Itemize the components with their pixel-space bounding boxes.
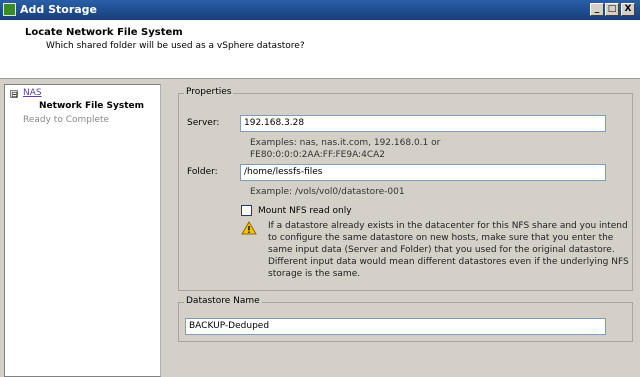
server-examples-line2: FE80:0:0:0:2AA:FF:FE9A:4CA2 xyxy=(250,150,385,160)
page-title: Locate Network File System xyxy=(25,27,183,38)
collapse-icon[interactable]: ⊟ xyxy=(10,90,18,99)
step-nas-link[interactable]: NAS xyxy=(23,88,42,98)
folder-example: Example: /vols/vol0/datastore-001 xyxy=(250,187,405,197)
datastore-name-group: Datastore Name BACKUP-Deduped xyxy=(178,296,633,342)
maximize-button[interactable]: □ xyxy=(605,3,619,16)
window-title: Add Storage xyxy=(20,3,98,16)
server-examples-line1: Examples: nas, nas.it.com, 192.168.0.1 o… xyxy=(250,138,441,148)
warning-line-3: same input data (Server and Folder) that… xyxy=(268,245,615,255)
folder-label: Folder: xyxy=(187,167,218,177)
server-input[interactable]: 192.168.3.28 xyxy=(240,115,606,132)
datastore-name-legend: Datastore Name xyxy=(184,296,262,306)
wizard-content: Properties Server: 192.168.3.28 Examples… xyxy=(161,84,640,375)
app-icon xyxy=(3,3,16,16)
datastore-name-input[interactable]: BACKUP-Deduped xyxy=(185,318,606,335)
warning-line-4: Different input data would mean differen… xyxy=(268,257,629,267)
minimize-button[interactable]: _ xyxy=(590,3,604,16)
properties-legend: Properties xyxy=(184,87,234,97)
properties-group: Properties Server: 192.168.3.28 Examples… xyxy=(178,87,633,291)
server-label: Server: xyxy=(187,118,220,128)
wizard-steps-panel: ⊟ NAS Network File System Ready to Compl… xyxy=(4,84,161,377)
warning-line-1: If a datastore already exists in the dat… xyxy=(268,221,628,231)
warning-line-5: storage is the same. xyxy=(268,269,361,279)
warning-line-2: to configure the same datastore on new h… xyxy=(268,233,614,243)
step-network-file-system: Network File System xyxy=(39,101,145,111)
wizard-header: Locate Network File System Which shared … xyxy=(0,20,640,79)
warning-icon xyxy=(241,221,257,235)
step-ready-to-complete: Ready to Complete xyxy=(23,115,110,125)
page-subtitle: Which shared folder will be used as a vS… xyxy=(46,41,305,51)
window-titlebar[interactable]: Add Storage _ □ X xyxy=(0,0,640,20)
close-button[interactable]: X xyxy=(621,3,635,16)
mount-readonly-label[interactable]: Mount NFS read only xyxy=(258,206,352,216)
mount-readonly-checkbox[interactable] xyxy=(241,205,252,216)
folder-input[interactable]: /home/lessfs-files xyxy=(240,164,606,181)
